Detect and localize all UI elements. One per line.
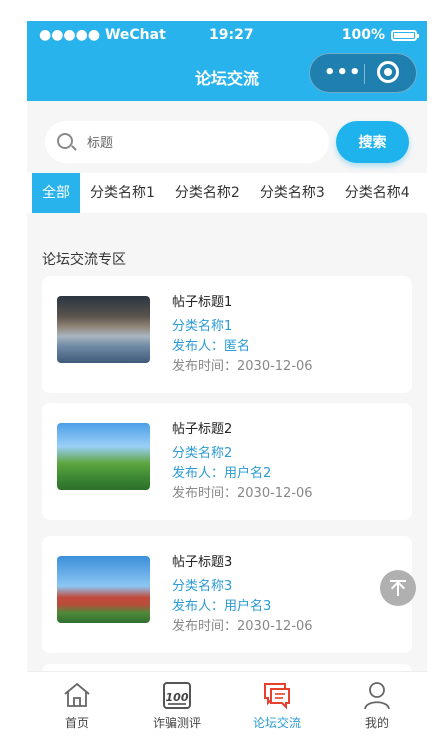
post-card[interactable]: 帖子标题1 分类名称1 发布人：匿名 发布时间：2030-12-06: [42, 276, 412, 393]
post-date: 发布时间：2030-12-06: [172, 619, 313, 634]
post-info: 帖子标题1 分类名称1 发布人：匿名 发布时间：2030-12-06: [172, 293, 313, 377]
battery-status: 100%: [341, 27, 419, 43]
post-category: 分类名称2: [172, 446, 233, 461]
close-mini-program-icon[interactable]: [377, 61, 399, 83]
phone-frame: ●●●●● WeChat 19:27 100% 论坛交流 ••• 搜索 全部分类…: [27, 21, 427, 733]
search-button[interactable]: 搜索: [336, 121, 409, 163]
search-input[interactable]: [85, 131, 319, 155]
section-title: 论坛交流专区: [42, 252, 126, 268]
tab-forum[interactable]: 论坛交流: [227, 672, 327, 733]
battery-percent: 100%: [341, 27, 385, 43]
capsule-divider: [364, 64, 365, 84]
category-tab-4[interactable]: 分类名称4: [335, 173, 420, 213]
arrow-up-icon: [390, 580, 406, 596]
post-thumbnail-lake-sunset: [57, 296, 150, 363]
post-author: 发布人：用户名2: [172, 466, 272, 481]
post-category: 分类名称3: [172, 579, 233, 594]
chat-bubble-icon: [264, 683, 290, 710]
tab-home[interactable]: 首页: [27, 672, 127, 733]
post-title: 帖子标题3: [172, 555, 233, 570]
tab-label: 我的: [364, 716, 389, 730]
post-card[interactable]: 帖子标题3 分类名称3 发布人：用户名3 发布时间：2030-12-06: [42, 536, 412, 653]
search-row: 搜索: [27, 101, 427, 171]
post-category: 分类名称1: [172, 319, 233, 334]
post-info: 帖子标题3 分类名称3 发布人：用户名3 发布时间：2030-12-06: [172, 553, 313, 637]
svg-text:100: 100: [166, 691, 189, 704]
nav-bar: 论坛交流 •••: [27, 49, 427, 101]
tab-label: 诈骗测评: [152, 716, 201, 730]
post-date: 发布时间：2030-12-06: [172, 359, 313, 374]
post-thumbnail-meadow: [57, 423, 150, 490]
person-icon: [364, 682, 390, 710]
post-info: 帖子标题2 分类名称2 发布人：用户名2 发布时间：2030-12-06: [172, 420, 313, 504]
category-tab-3[interactable]: 分类名称3: [250, 173, 335, 213]
score-100-icon: 100: [163, 682, 191, 709]
post-thumbnail-campus: [57, 556, 150, 623]
post-author: 发布人：匿名: [172, 339, 251, 354]
more-menu-icon[interactable]: •••: [324, 62, 362, 83]
bottom-tab-bar: 首页 100 诈骗测评 论坛交流 我的: [27, 671, 427, 733]
category-tabs: 全部 分类名称1 分类名称2 分类名称3 分类名称4: [27, 173, 427, 213]
battery-icon: [391, 29, 419, 41]
mini-program-capsule: •••: [309, 53, 417, 93]
category-tab-1[interactable]: 分类名称1: [80, 173, 165, 213]
tab-label: 首页: [64, 716, 89, 730]
search-box: [45, 121, 329, 163]
status-bar: ●●●●● WeChat 19:27 100%: [27, 21, 427, 49]
home-icon: [64, 682, 90, 707]
carrier-signal: ●●●●● WeChat: [39, 27, 166, 43]
category-tab-2[interactable]: 分类名称2: [165, 173, 250, 213]
post-card[interactable]: 帖子标题2 分类名称2 发布人：用户名2 发布时间：2030-12-06: [42, 403, 412, 520]
tab-fraud-test[interactable]: 100 诈骗测评: [127, 672, 227, 733]
back-to-top-button[interactable]: [380, 570, 416, 606]
tab-label: 论坛交流: [252, 716, 301, 730]
post-date: 发布时间：2030-12-06: [172, 486, 313, 501]
status-time: 19:27: [209, 27, 254, 43]
search-icon: [57, 133, 73, 149]
category-tab-all[interactable]: 全部: [32, 173, 80, 213]
tab-mine[interactable]: 我的: [327, 672, 427, 733]
post-title: 帖子标题2: [172, 422, 233, 437]
post-author: 发布人：用户名3: [172, 599, 272, 614]
post-title: 帖子标题1: [172, 295, 233, 310]
